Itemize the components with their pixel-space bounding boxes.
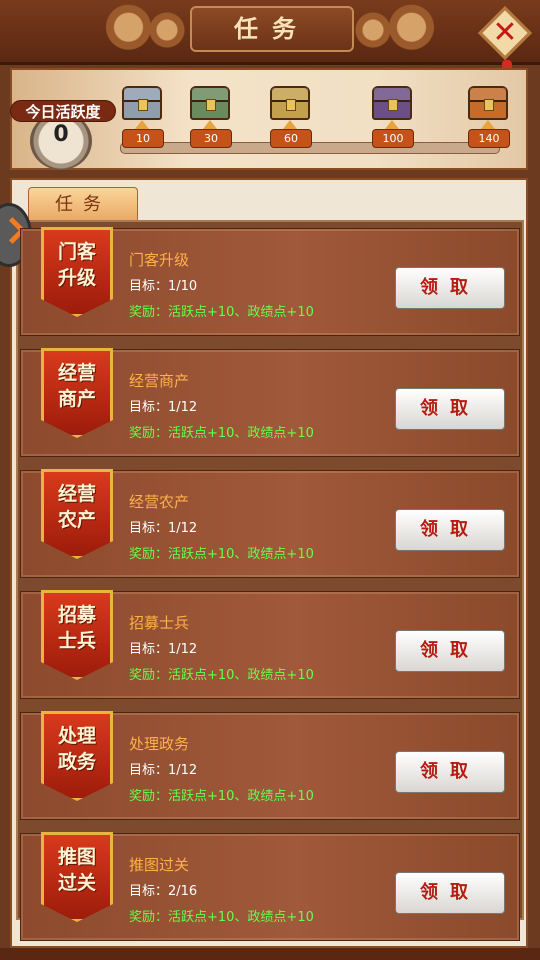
milestone-1[interactable]: 30: [180, 86, 240, 160]
milestone-value: 30: [190, 129, 232, 148]
treasure-chest-icon[interactable]: [372, 86, 412, 120]
claim-button[interactable]: 领取: [395, 872, 505, 914]
milestone-3[interactable]: 100: [362, 86, 422, 160]
task-name: 推图过关: [129, 856, 190, 874]
cloud-ornament-right: [340, 2, 450, 58]
task-card: 处理 政务 处理政务目标：1/12 奖励：活跃点+10、政绩点+10 领取: [20, 711, 520, 820]
task-name: 经营商产: [129, 372, 190, 390]
milestone-value: 100: [372, 129, 414, 148]
bottom-border: [0, 948, 540, 960]
task-goal: 目标：1/12: [129, 400, 198, 415]
task-goal: 目标：1/12: [129, 642, 198, 657]
task-goal: 目标：1/12: [129, 521, 198, 536]
treasure-chest-icon[interactable]: [122, 86, 162, 120]
task-icon-label: 推图 过关: [57, 846, 96, 894]
task-card: 经营 商产 经营商产目标：1/12 奖励：活跃点+10、政绩点+10 领取: [20, 348, 520, 457]
close-icon: ✕: [492, 15, 518, 50]
task-card: 推图 过关 推图过关目标：2/16 奖励：活跃点+10、政绩点+10 领取: [20, 832, 520, 941]
task-icon-label: 门客 升级: [57, 241, 96, 289]
task-icon-label: 经营 商产: [57, 362, 96, 410]
treasure-chest-icon[interactable]: [270, 86, 310, 120]
cloud-ornament-left: [90, 2, 200, 58]
task-name: 门客升级: [129, 251, 190, 269]
milestone-arrow-icon: [135, 120, 149, 129]
milestone-2[interactable]: 60: [260, 86, 320, 160]
claim-button[interactable]: 领取: [395, 267, 505, 309]
activity-medal: 今日活跃度 0: [10, 86, 116, 170]
claim-button[interactable]: 领取: [395, 388, 505, 430]
task-icon-label: 处理 政务: [57, 725, 96, 773]
close-button[interactable]: ✕: [478, 6, 532, 60]
activity-value: 0: [53, 122, 69, 147]
task-reward: 奖励：活跃点+10、政绩点+10: [129, 789, 314, 804]
task-card: 门客 升级 门客升级目标：1/10 奖励：活跃点+10、政绩点+10 领取: [20, 227, 520, 336]
task-reward: 奖励：活跃点+10、政绩点+10: [129, 426, 314, 441]
task-reward: 奖励：活跃点+10、政绩点+10: [129, 668, 314, 683]
task-card: 经营 农产 经营农产目标：1/12 奖励：活跃点+10、政绩点+10 领取: [20, 469, 520, 578]
claim-button[interactable]: 领取: [395, 509, 505, 551]
milestone-arrow-icon: [203, 120, 217, 129]
task-name: 经营农产: [129, 493, 190, 511]
activity-label: 今日活跃度: [10, 100, 116, 122]
task-icon-label: 招募 士兵: [57, 604, 96, 652]
task-card: 招募 士兵 招募士兵目标：1/12 奖励：活跃点+10、政绩点+10 领取: [20, 590, 520, 699]
milestone-value: 140: [468, 129, 510, 148]
milestone-value: 10: [122, 129, 164, 148]
task-icon-label: 经营 农产: [57, 483, 96, 531]
claim-button[interactable]: 领取: [395, 751, 505, 793]
treasure-chest-icon[interactable]: [190, 86, 230, 120]
claim-button[interactable]: 领取: [395, 630, 505, 672]
task-name: 招募士兵: [129, 614, 190, 632]
page-title: 任务: [190, 6, 354, 52]
task-name: 处理政务: [129, 735, 190, 753]
milestone-0[interactable]: 10: [112, 86, 172, 160]
treasure-chest-icon[interactable]: [468, 86, 508, 120]
milestone-4[interactable]: 140: [458, 86, 518, 160]
milestone-value: 60: [270, 129, 312, 148]
task-reward: 奖励：活跃点+10、政绩点+10: [129, 305, 314, 320]
milestone-arrow-icon: [283, 120, 297, 129]
milestone-arrow-icon: [385, 120, 399, 129]
milestone-arrow-icon: [481, 120, 495, 129]
header-bar: 任务: [0, 0, 540, 65]
task-goal: 目标：1/10: [129, 279, 198, 294]
task-reward: 奖励：活跃点+10、政绩点+10: [129, 910, 314, 925]
tab-tasks[interactable]: 任务: [28, 187, 138, 222]
task-goal: 目标：1/12: [129, 763, 198, 778]
task-reward: 奖励：活跃点+10、政绩点+10: [129, 547, 314, 562]
task-goal: 目标：2/16: [129, 884, 198, 899]
